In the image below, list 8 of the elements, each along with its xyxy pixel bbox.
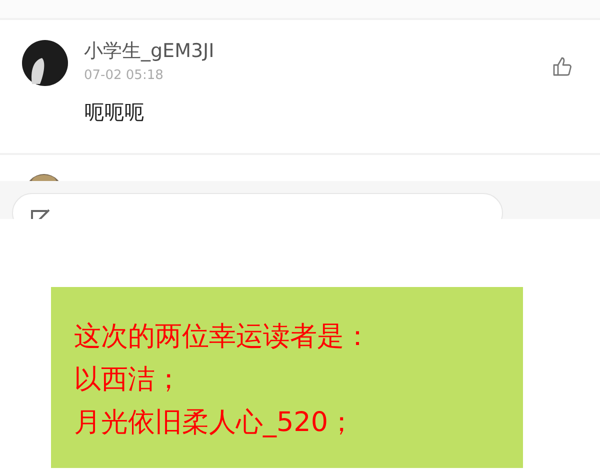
comment-text: 呃呃呃 <box>84 100 145 124</box>
notice-line: 以西洁； <box>74 363 183 397</box>
comment-time: 07-02 05:18 <box>84 68 164 84</box>
notice-line: 月光依旧柔人心_520； <box>74 406 356 440</box>
avatar <box>22 40 68 86</box>
notice-line: 这次的两位幸运读者是： <box>74 320 372 354</box>
username: 小学生_gEM3JI <box>84 40 214 62</box>
thumbs-up-icon[interactable] <box>552 56 572 76</box>
